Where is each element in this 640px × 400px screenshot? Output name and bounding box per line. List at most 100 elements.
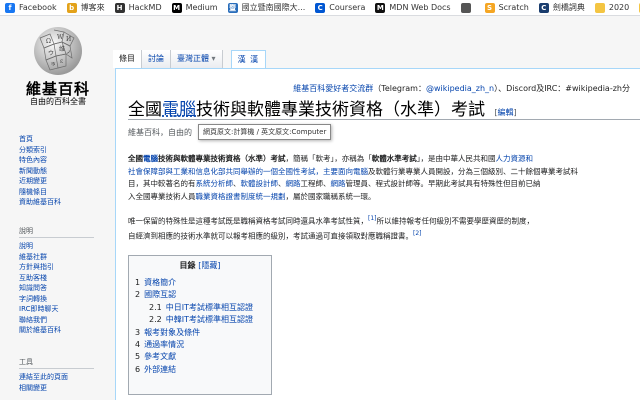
bookmark-label: 國立暨南國際大... <box>241 3 306 12</box>
nav-main-link-1[interactable]: 分類索引 <box>19 145 109 156</box>
svg-text:ウ: ウ <box>48 49 54 57</box>
nav-main-link-3[interactable]: 新聞動態 <box>19 166 109 177</box>
link-system-analyst[interactable]: 系統分析師 <box>196 179 234 188</box>
nav-help-header: 說明 <box>19 226 94 238</box>
bookmarks-bar: f Facebook b 博客來 H HackMD M Medium 暨國立暨南國際大... C C… <box>0 0 640 16</box>
tab-variant-switch[interactable]: 漢 漢 <box>230 50 267 68</box>
bookmark-7[interactable] <box>456 0 480 15</box>
toc-item[interactable]: 3 報考對象及條件 <box>129 327 271 339</box>
ref-2[interactable]: [2] <box>413 230 422 237</box>
sidebar: ΩWИ ウ维ر কε 維基百科 自由的百科全書 首頁 分類索引 特色內容 新聞動態 近期… <box>0 16 115 400</box>
toc-item[interactable]: 2.2 中韓IT考試標準相互認證 <box>129 314 271 326</box>
title-post: 技術與軟體專業技術資格（水準）考試 <box>196 100 485 120</box>
bookmark-11[interactable] <box>634 0 640 15</box>
toc-link[interactable]: 中韓IT考試標準相互認證 <box>166 315 253 324</box>
toc-item[interactable]: 4 通過率情況 <box>129 339 271 351</box>
toc-title: 目錄 [隱藏] <box>129 260 271 271</box>
notice-telegram-link[interactable]: @wikipedia_zh_n <box>426 84 494 93</box>
toc-number: 5 <box>135 352 141 362</box>
mdn-icon: M <box>375 2 386 13</box>
link-hr-ministry[interactable]: 人力資源和 <box>496 154 534 163</box>
bookmark-6[interactable]: M MDN Web Docs <box>370 0 455 15</box>
nav-help-link-6[interactable]: IRC即時聊天 <box>19 304 109 315</box>
toc-link[interactable]: 外部連結 <box>144 365 176 374</box>
tab-talk[interactable]: 討論 <box>142 50 171 68</box>
bookmark-1[interactable]: b 博客來 <box>62 0 110 15</box>
nav-tools-link-0[interactable]: 連結至此的頁面 <box>19 372 109 383</box>
nav-help-link-4[interactable]: 知識問答 <box>19 283 109 294</box>
svg-text:维: 维 <box>59 45 65 53</box>
from-wikipedia: 維基百科，自由的 <box>128 127 192 138</box>
bookmark-5[interactable]: C Coursera <box>310 0 370 15</box>
toc-item[interactable]: 5 參考文獻 <box>129 351 271 363</box>
bookmark-4[interactable]: 暨國立暨南國際大... <box>223 0 311 15</box>
bold-term-link[interactable]: 電腦 <box>143 154 158 163</box>
bookmark-label: Coursera <box>329 3 366 12</box>
bold-term-post: 技術與軟體專業技術資格（水準）考試 <box>158 154 286 163</box>
toc-item[interactable]: 6 外部連結 <box>129 364 271 376</box>
link-ministry-line[interactable]: 社會保障部與工業和信息化部共同舉辦的一個全國性考試，主要面向 <box>128 167 353 176</box>
edit-link[interactable]: 編輯 <box>498 108 514 117</box>
wikipedia-globe-logo[interactable]: ΩW И ウ维 ر কε <box>30 24 86 76</box>
bold-term-pre: 全國 <box>128 154 143 163</box>
link-software-designer[interactable]: 軟體設計師 <box>241 179 279 188</box>
university-icon: 暨 <box>227 2 238 13</box>
bookmark-9[interactable]: C 劍橋詞典 <box>534 0 590 15</box>
nav-main-link-2[interactable]: 特色內容 <box>19 155 109 166</box>
toc-link[interactable]: 中日IT考試標準相互認證 <box>166 303 253 312</box>
toc-link[interactable]: 通過率情況 <box>144 340 184 349</box>
bookmark-3[interactable]: M Medium <box>167 0 223 15</box>
text-span: 、 <box>233 179 241 188</box>
bookmark-label: 劍橋詞典 <box>552 3 585 12</box>
notice-sep: ）、Discord <box>494 84 537 93</box>
ref-1[interactable]: [1] <box>368 215 377 222</box>
toc-link[interactable]: 資格簡介 <box>144 278 176 287</box>
svg-text:ক: ক <box>50 61 56 68</box>
nav-main-link-0[interactable]: 首頁 <box>19 134 109 145</box>
bookmark-2[interactable]: H HackMD <box>110 0 167 15</box>
nav-main-link-5[interactable]: 隨機條目 <box>19 187 109 198</box>
tab-article[interactable]: 條目 <box>113 50 142 68</box>
conversion-tooltip: 網頁原文:計算機 / 英文原文:Computer <box>198 124 332 140</box>
nav-help-link-1[interactable]: 維基社群 <box>19 252 109 263</box>
nav-tools-link-1[interactable]: 相關變更 <box>19 383 109 394</box>
toc-item[interactable]: 2.1 中日IT考試標準相互認證 <box>129 302 271 314</box>
nav-help-link-2[interactable]: 方針與指引 <box>19 262 109 273</box>
toc-toggle[interactable]: [隱藏] <box>198 261 220 270</box>
hackmd-icon: H <box>114 2 125 13</box>
bookmark-10[interactable]: 2020 <box>590 0 634 15</box>
link-computer[interactable]: 電腦 <box>353 167 368 176</box>
nav-help-link-8[interactable]: 關於維基百科 <box>19 325 109 336</box>
dictionary-icon: C <box>538 2 549 13</box>
svg-text:И: И <box>66 36 71 43</box>
toc-item[interactable]: 1 資格簡介 <box>129 277 271 289</box>
link-cert-system[interactable]: 職業資格證書制度統一規劃 <box>196 192 286 201</box>
nav-tools-header: 工具 <box>19 357 94 369</box>
nav-help-link-0[interactable]: 說明 <box>19 241 109 252</box>
toc-link[interactable]: 參考文獻 <box>144 352 176 361</box>
title-link-computer[interactable]: 電腦 <box>162 100 196 120</box>
nav-main-link-4[interactable]: 近期變更 <box>19 176 109 187</box>
tab-variant-dropdown[interactable]: 臺灣正體 <box>171 50 223 68</box>
nav-help-link-3[interactable]: 互助客棧 <box>19 273 109 284</box>
bookmark-0[interactable]: f Facebook <box>0 0 62 15</box>
link-network[interactable]: 網路 <box>286 179 301 188</box>
notice-text: （Telegram： <box>373 84 426 93</box>
bookmark-label: Scratch <box>498 3 529 12</box>
bookmark-label: 2020 <box>608 3 630 12</box>
bookmark-8[interactable]: S Scratch <box>480 0 534 15</box>
text-span: 所以維持報考任何級別不需要學歷資歷的制度， <box>376 216 535 226</box>
medium-icon: M <box>171 2 182 13</box>
notice-group-link[interactable]: 維基百科愛好者交流群 <box>293 84 373 93</box>
toc-item[interactable]: 2 國際互認 <box>129 289 271 301</box>
text-span: 目，其中較著名的有 <box>128 179 196 188</box>
nav-help-link-7[interactable]: 聯絡我們 <box>19 315 109 326</box>
toc-link[interactable]: 報考對象及條件 <box>144 328 200 337</box>
title-pre: 全國 <box>128 100 162 120</box>
svg-text:Ω: Ω <box>46 38 51 45</box>
folder-icon <box>594 2 605 13</box>
nav-help-link-5[interactable]: 字詞轉換 <box>19 294 109 305</box>
nav-main-link-6[interactable]: 資助維基百科 <box>19 197 109 208</box>
link-network-2[interactable]: 網路 <box>331 179 346 188</box>
toc-link[interactable]: 國際互認 <box>144 290 176 299</box>
